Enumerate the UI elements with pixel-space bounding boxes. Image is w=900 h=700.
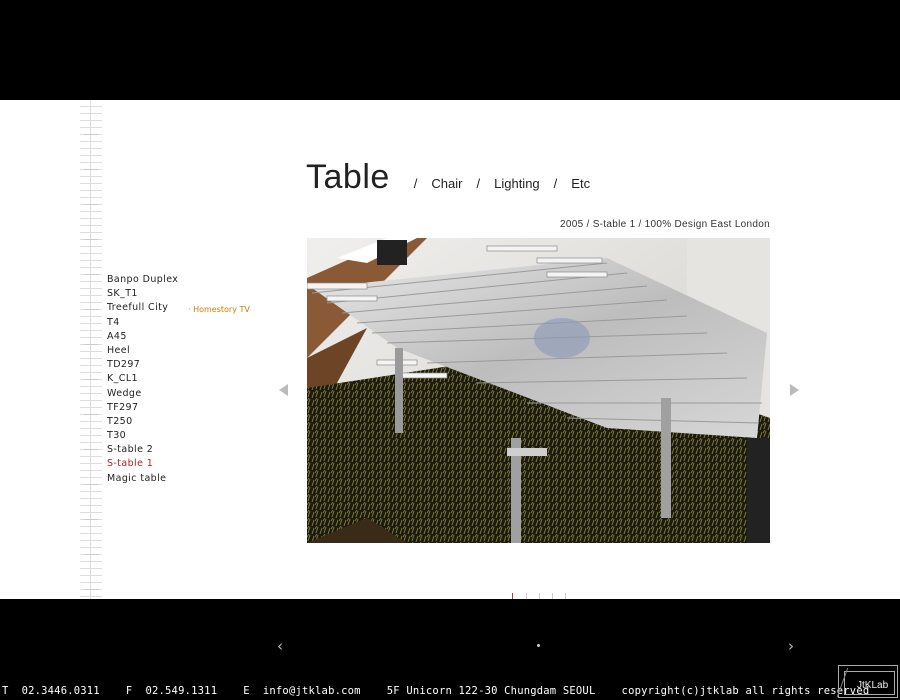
project-item[interactable]: S-table 2	[107, 443, 178, 457]
bottom-next-arrow[interactable]: ›	[788, 637, 794, 655]
table-photo-illustration	[307, 238, 770, 543]
project-photo	[307, 238, 770, 543]
project-item[interactable]: K_CL1	[107, 372, 178, 386]
logo-text: JtKLab	[857, 680, 889, 691]
project-item[interactable]: TF297	[107, 401, 178, 415]
bottom-bar: ‹ › T 02.3446.0311 F 02.549.1311 E info@…	[0, 599, 900, 700]
top-bar	[0, 0, 900, 100]
bottom-prev-arrow[interactable]: ‹	[277, 637, 283, 655]
separator: /	[413, 176, 418, 191]
project-item[interactable]: Magic table	[107, 472, 178, 486]
category-nav: Table / Chair / Lighting / Etc	[306, 158, 590, 202]
page-title: Table	[306, 158, 390, 196]
project-item[interactable]: TD297	[107, 358, 178, 372]
project-item[interactable]: SK_T1	[107, 287, 178, 301]
project-item[interactable]: Banpo Duplex	[107, 273, 178, 287]
separator: /	[476, 176, 481, 191]
project-item[interactable]: T30	[107, 429, 178, 443]
project-item[interactable]: Heel	[107, 344, 178, 358]
category-chair-link[interactable]: Chair	[431, 176, 462, 191]
footer-contact-info: T 02.3446.0311 F 02.549.1311 E info@jtkl…	[2, 685, 870, 697]
project-list: Banpo Duplex SK_T1 Treefull City T4 A45 …	[107, 273, 178, 486]
project-item-active[interactable]: S-table 1	[107, 457, 178, 471]
jtklab-logo[interactable]: JtKLab	[836, 665, 898, 698]
project-item[interactable]: Wedge	[107, 387, 178, 401]
project-item[interactable]: Treefull City	[107, 301, 178, 315]
ruler-major-ticks	[84, 100, 98, 599]
project-item[interactable]: T250	[107, 415, 178, 429]
homestory-tv-link[interactable]: · Homestory TV	[188, 305, 250, 314]
content-panel: Table / Chair / Lighting / Etc 2005 / S-…	[0, 100, 900, 599]
separator: /	[553, 176, 558, 191]
next-image-arrow[interactable]	[790, 384, 799, 396]
project-item[interactable]: T4	[107, 316, 178, 330]
prev-image-arrow[interactable]	[279, 384, 288, 396]
category-lighting-link[interactable]: Lighting	[494, 176, 540, 191]
category-etc-link[interactable]: Etc	[571, 176, 590, 191]
project-item[interactable]: A45	[107, 330, 178, 344]
project-caption: 2005 / S-table 1 / 100% Design East Lond…	[560, 219, 770, 230]
bottom-dot	[537, 644, 540, 647]
